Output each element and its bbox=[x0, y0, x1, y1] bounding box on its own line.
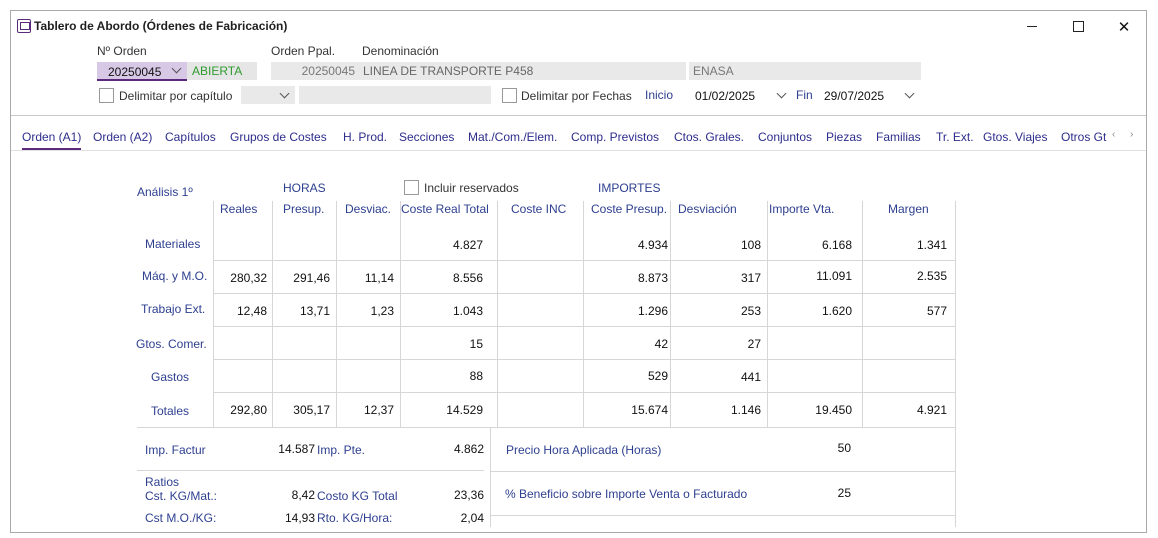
table-cell: 4.934 bbox=[637, 238, 668, 252]
table-cell: 12,48 bbox=[236, 304, 267, 318]
table-cell: 11,14 bbox=[364, 271, 394, 285]
col-reales: Reales bbox=[220, 202, 258, 216]
rto-kg-hora-value: 2,04 bbox=[460, 511, 484, 525]
row-label-materiales: Materiales bbox=[145, 237, 201, 251]
table-cell: 577 bbox=[926, 304, 947, 318]
row-label-gastos: Gastos bbox=[151, 370, 190, 384]
grid-line bbox=[137, 470, 484, 471]
cst-mo-kg-label: Cst M.O./KG: bbox=[145, 511, 217, 525]
row-label-maq-mo: Máq. y M.O. bbox=[142, 269, 208, 283]
col-desviac: Desviac. bbox=[345, 202, 392, 216]
grid-line bbox=[213, 359, 955, 360]
grid-line bbox=[491, 515, 955, 516]
table-cell: 4.921 bbox=[916, 403, 947, 417]
table-cell: 27 bbox=[747, 337, 761, 351]
beneficio-label: % Beneficio sobre Importe Venta o Factur… bbox=[505, 487, 748, 501]
row-label-totales: Totales bbox=[151, 404, 190, 418]
imp-pte-label: Imp. Pte. bbox=[317, 443, 366, 457]
table-cell: 305,17 bbox=[293, 403, 330, 417]
col-coste-inc: Coste INC bbox=[511, 202, 567, 216]
table-cell: 317 bbox=[740, 271, 761, 285]
table-cell: 1.341 bbox=[916, 238, 947, 252]
table-cell: 529 bbox=[647, 369, 668, 383]
amounts-group-label: IMPORTES bbox=[598, 181, 661, 195]
table-cell: 42 bbox=[654, 337, 668, 351]
table-cell: 1.620 bbox=[821, 304, 852, 318]
table-cell: 88 bbox=[469, 369, 483, 383]
main-window: Tablero de Abordo (Órdenes de Fabricació… bbox=[10, 10, 1147, 533]
table-cell: 441 bbox=[740, 370, 761, 384]
imp-pte-value: 4.862 bbox=[453, 442, 484, 456]
table-cell: 280,32 bbox=[230, 271, 267, 285]
imp-factur-value: 14.587 bbox=[278, 442, 315, 456]
include-reserved-checkbox[interactable] bbox=[404, 180, 419, 195]
precio-hora-value: 50 bbox=[837, 441, 851, 455]
col-desviacion: Desviación bbox=[678, 202, 737, 216]
grid-line bbox=[497, 201, 498, 428]
grid-line bbox=[213, 326, 955, 327]
table-cell: 15.674 bbox=[631, 403, 668, 417]
cst-kg-mat-label: Cst. KG/Mat.: bbox=[145, 489, 218, 503]
grid-line bbox=[491, 471, 955, 472]
table-cell: 253 bbox=[740, 304, 761, 318]
table-cell: 4.827 bbox=[452, 238, 483, 252]
col-presup: Presup. bbox=[283, 202, 325, 216]
col-importe-vta: Importe Vta. bbox=[769, 202, 835, 216]
table-cell: 13,71 bbox=[299, 304, 330, 318]
table-cell: 19.450 bbox=[815, 403, 852, 417]
table-cell: 8.556 bbox=[452, 271, 483, 285]
cst-mo-kg-value: 14,93 bbox=[284, 511, 315, 525]
table-cell: 291,46 bbox=[293, 271, 330, 285]
table-cell: 1.146 bbox=[730, 403, 761, 417]
precio-hora-label: Precio Hora Aplicada (Horas) bbox=[506, 443, 662, 457]
costo-kg-total-label: Costo KG Total bbox=[317, 489, 398, 503]
include-reserved-label: Incluir reservados bbox=[424, 181, 519, 195]
row-label-gtos-comer: Gtos. Comer. bbox=[136, 337, 207, 351]
ratios-label: Ratios bbox=[145, 475, 180, 489]
grid-line bbox=[490, 427, 491, 527]
table-cell: 14.529 bbox=[446, 403, 483, 417]
costo-kg-total-value: 23,36 bbox=[453, 488, 484, 502]
beneficio-value: 25 bbox=[837, 486, 851, 500]
table-cell: 108 bbox=[740, 238, 761, 252]
cst-kg-mat-value: 8,42 bbox=[291, 488, 315, 502]
table-cell: 11.091 bbox=[816, 269, 852, 283]
table-cell: 1.296 bbox=[637, 304, 668, 318]
table-cell: 12,37 bbox=[363, 403, 394, 417]
col-coste-real-total: Coste Real Total bbox=[401, 202, 489, 216]
table-cell: 1,23 bbox=[370, 304, 394, 318]
table-cell: 8.873 bbox=[637, 271, 668, 285]
analysis-grid: Análisis 1º HORAS Incluir reservados IMP… bbox=[11, 11, 1146, 534]
grid-line bbox=[213, 392, 955, 393]
grid-line bbox=[213, 260, 955, 261]
row-label-trabajo-ext: Trabajo Ext. bbox=[141, 302, 206, 316]
table-cell: 2.535 bbox=[916, 269, 947, 283]
hours-group-label: HORAS bbox=[283, 181, 326, 195]
grid-line bbox=[137, 427, 955, 428]
table-cell: 1.043 bbox=[452, 304, 483, 318]
table-cell: 292,80 bbox=[230, 403, 267, 417]
table-cell: 15 bbox=[469, 337, 483, 351]
rto-kg-hora-label: Rto. KG/Hora: bbox=[317, 511, 393, 525]
imp-factur-label: Imp. Factur bbox=[145, 443, 206, 457]
analysis-title: Análisis 1º bbox=[137, 185, 193, 199]
grid-line bbox=[213, 293, 955, 294]
grid-line bbox=[955, 201, 956, 527]
table-cell: 6.168 bbox=[821, 238, 852, 252]
col-margen: Margen bbox=[888, 202, 929, 216]
col-coste-presup: Coste Presup. bbox=[591, 202, 668, 216]
